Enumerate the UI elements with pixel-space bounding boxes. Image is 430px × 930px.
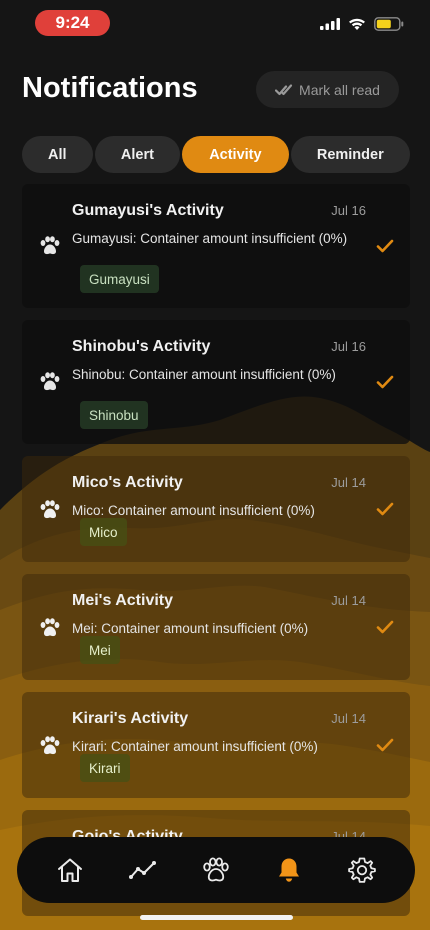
paw-icon <box>40 236 60 255</box>
pet-tag: Shinobu <box>80 401 148 429</box>
page-title: Notifications <box>22 72 198 104</box>
pet-tag: Mico <box>80 518 127 546</box>
nav-pets[interactable] <box>196 850 236 890</box>
bottom-navigation <box>17 837 415 903</box>
bell-icon <box>279 858 300 882</box>
nav-notifications[interactable] <box>269 850 309 890</box>
check-icon <box>376 620 394 634</box>
filter-tabs: All Alert Activity Reminder <box>22 136 410 173</box>
notification-title: Kirari's Activity <box>72 710 189 727</box>
nav-home[interactable] <box>50 850 90 890</box>
notification-date: Jul 14 <box>331 711 366 726</box>
status-icons <box>320 17 404 31</box>
mark-all-read-label: Mark all read <box>299 81 380 98</box>
gear-icon <box>348 857 377 883</box>
mark-all-read-button[interactable]: Mark all read <box>256 71 399 108</box>
tab-alert[interactable]: Alert <box>94 136 181 173</box>
notification-card[interactable]: Kirari's Activity Jul 14 Kirari: Contain… <box>22 692 410 798</box>
paw-icon <box>40 618 60 637</box>
notification-list: Gumayusi's Activity Jul 16 Gumayusi: Con… <box>22 184 410 928</box>
tab-activity[interactable]: Activity <box>182 136 289 173</box>
check-icon <box>376 239 394 253</box>
notification-title: Mei's Activity <box>72 592 174 609</box>
notification-date: Jul 14 <box>331 475 366 490</box>
paw-icon <box>203 857 229 882</box>
pet-tag: Kirari <box>80 754 130 782</box>
paw-icon <box>40 372 60 391</box>
tab-all[interactable]: All <box>22 136 93 173</box>
signal-icon <box>320 18 340 30</box>
check-icon <box>376 375 394 389</box>
nav-settings[interactable] <box>342 850 382 890</box>
status-bar: 9:24 <box>0 0 430 46</box>
home-indicator <box>140 915 293 920</box>
notification-title: Mico's Activity <box>72 474 183 491</box>
check-icon <box>376 502 394 516</box>
nav-activity[interactable] <box>123 850 163 890</box>
tab-reminder[interactable]: Reminder <box>290 136 410 173</box>
paw-icon <box>40 500 60 519</box>
notification-title: Shinobu's Activity <box>72 338 211 355</box>
battery-icon <box>374 17 404 31</box>
notification-date: Jul 16 <box>331 203 366 218</box>
pet-tag: Gumayusi <box>80 265 159 293</box>
pet-tag: Mei <box>80 636 120 664</box>
notification-title: Gumayusi's Activity <box>72 202 224 219</box>
notification-card[interactable]: Mei's Activity Jul 14 Mei: Container amo… <box>22 574 410 680</box>
notification-date: Jul 14 <box>331 593 366 608</box>
notification-message: Shinobu: Container amount insufficient (… <box>72 367 336 382</box>
notification-card[interactable]: Shinobu's Activity Jul 16 Shinobu: Conta… <box>22 320 410 444</box>
home-icon <box>57 858 82 882</box>
notification-message: Gumayusi: Container amount insufficient … <box>72 231 348 246</box>
notifications-screen: 9:24 Notifications Mark all read All Ale… <box>0 0 430 930</box>
check-icon <box>376 738 394 752</box>
notification-card[interactable]: Gumayusi's Activity Jul 16 Gumayusi: Con… <box>22 184 410 308</box>
paw-icon <box>40 736 60 755</box>
status-time: 9:24 <box>35 10 110 36</box>
double-check-icon <box>275 83 293 95</box>
wifi-icon <box>349 18 365 30</box>
notification-date: Jul 16 <box>331 339 366 354</box>
notification-card[interactable]: Mico's Activity Jul 14 Mico: Container a… <box>22 456 410 562</box>
activity-chart-icon <box>128 861 156 879</box>
